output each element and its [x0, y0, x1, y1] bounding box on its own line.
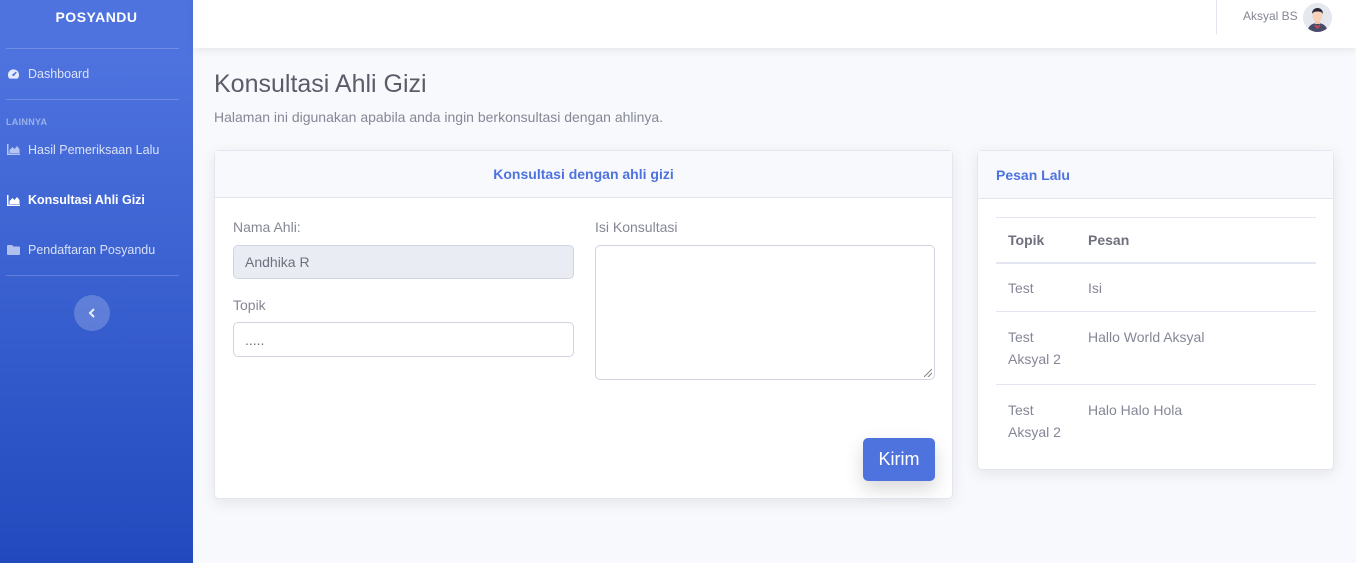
sidebar-item-hasil-pemeriksaan[interactable]: Hasil Pemeriksaan Lalu — [0, 129, 193, 170]
nama-ahli-field: Andhika R — [233, 245, 574, 279]
topik-input[interactable]: ..... — [233, 322, 574, 357]
nama-ahli-label: Nama Ahli: — [233, 219, 301, 235]
user-avatar[interactable] — [1303, 3, 1332, 32]
sidebar-divider — [6, 275, 179, 276]
user-name[interactable]: Aksyal BS — [1243, 9, 1298, 23]
card-header: Pesan Lalu — [978, 151, 1333, 199]
table-header-row: Topik Pesan — [996, 217, 1316, 264]
sidebar-item-label: Hasil Pemeriksaan Lalu — [28, 142, 160, 157]
column-header-pesan: Pesan — [1076, 217, 1316, 264]
cell-topik: Test Aksyal 2 — [996, 310, 1076, 384]
table-row[interactable]: Test Isi — [996, 263, 1316, 312]
chart-area-icon — [6, 194, 20, 206]
folder-icon — [6, 244, 20, 256]
sidebar-item-pendaftaran[interactable]: Pendaftaran Posyandu — [0, 230, 193, 270]
resize-grip-icon[interactable] — [924, 369, 932, 377]
topbar-divider — [1216, 0, 1217, 34]
topik-label: Topik — [233, 297, 266, 313]
topbar: Aksyal BS — [193, 0, 1356, 48]
sidebar-item-label: Pendaftaran Posyandu — [28, 243, 156, 257]
page-title: Konsultasi Ahli Gizi — [214, 70, 427, 98]
cell-topik: Test Aksyal 2 — [996, 383, 1076, 457]
sidebar-item-dashboard[interactable]: Dashboard — [0, 49, 193, 99]
isi-konsultasi-textarea[interactable] — [595, 245, 935, 380]
chevron-left-icon — [88, 305, 96, 321]
tachometer-icon — [6, 68, 20, 80]
table-row[interactable]: Test Aksyal 2 Hallo World Aksyal — [996, 310, 1316, 384]
cell-topik: Test — [1008, 279, 1034, 296]
sidebar-toggle-button[interactable] — [74, 295, 110, 331]
column-header-topik: Topik — [996, 217, 1076, 264]
isi-konsultasi-label: Isi Konsultasi — [595, 219, 678, 235]
cell-pesan: Isi — [1088, 279, 1102, 296]
messages-table: Topik Pesan Test Isi Test Aksyal 2 Hallo… — [996, 217, 1316, 457]
previous-messages-card: Pesan Lalu Topik Pesan Test Isi Test Aks… — [977, 150, 1334, 470]
sidebar-item-konsultasi[interactable]: Konsultasi Ahli Gizi — [0, 170, 193, 230]
sidebar-item-label: Konsultasi Ahli Gizi — [28, 193, 145, 207]
sidebar-divider — [6, 99, 179, 100]
card-header: Konsultasi dengan ahli gizi — [215, 151, 952, 198]
brand-title[interactable]: POSYANDU — [0, 0, 193, 33]
table-row[interactable]: Test Aksyal 2 Halo Halo Hola — [996, 383, 1316, 457]
page-description: Halaman ini digunakan apabila anda ingin… — [214, 109, 664, 125]
sidebar-item-label: Dashboard — [28, 67, 90, 81]
consultation-card: Konsultasi dengan ahli gizi Nama Ahli: A… — [214, 150, 953, 499]
sidebar: POSYANDU Dashboard LAINNYA Hasil Pemerik… — [0, 0, 193, 563]
cell-pesan: Halo Halo Hola — [1076, 383, 1316, 457]
cell-pesan: Hallo World Aksyal — [1076, 310, 1316, 384]
sidebar-heading: LAINNYA — [6, 117, 48, 127]
kirim-button[interactable]: Kirim — [863, 438, 935, 481]
chart-area-icon — [6, 144, 20, 156]
